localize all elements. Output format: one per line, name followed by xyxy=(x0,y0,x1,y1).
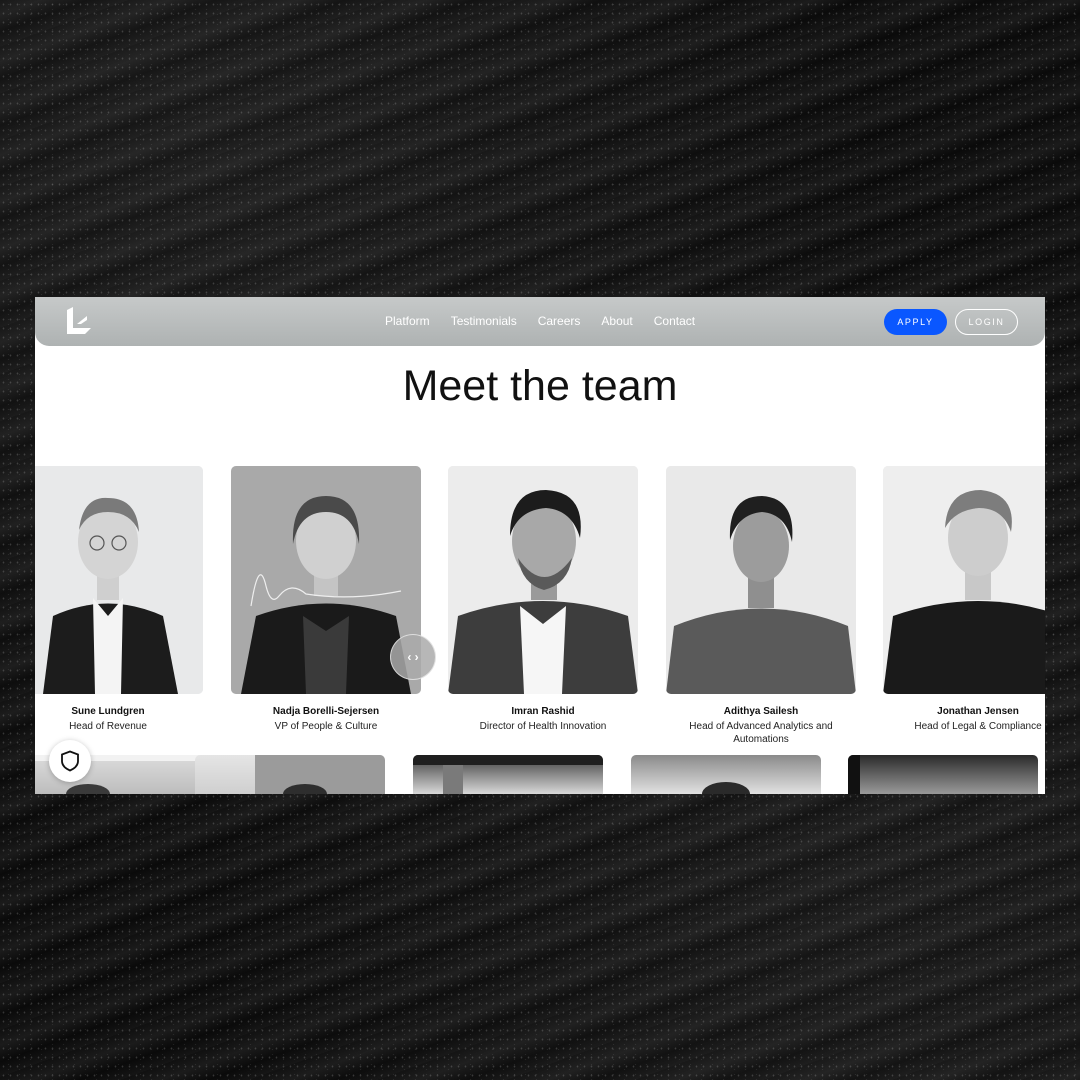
team-card-thumbnail[interactable] xyxy=(195,755,385,794)
team-card[interactable]: Jonathan Jensen Head of Legal & Complian… xyxy=(883,466,1045,733)
team-card-thumbnail[interactable] xyxy=(848,755,1038,794)
team-card[interactable]: Nadja Borelli-Sejersen VP of People & Cu… xyxy=(231,466,421,733)
team-member-role: Director of Health Innovation xyxy=(479,721,607,732)
team-photo xyxy=(35,466,203,694)
privacy-settings-button[interactable] xyxy=(49,740,91,782)
nav-link-careers[interactable]: Careers xyxy=(538,314,581,328)
login-button[interactable]: LOGIN xyxy=(955,309,1018,335)
page-title: Meet the team xyxy=(402,362,678,410)
nav-link-contact[interactable]: Contact xyxy=(654,314,695,328)
team-card[interactable]: Adithya Sailesh Head of Advanced Analyti… xyxy=(666,466,856,746)
team-card[interactable]: Sune Lundgren Head of Revenue xyxy=(35,466,203,733)
team-card[interactable]: Imran Rashid Director of Health Innovati… xyxy=(448,466,638,733)
team-member-name: Imran Rashid xyxy=(511,706,575,717)
nav-links: Platform Testimonials Careers About Cont… xyxy=(385,314,695,328)
team-photo xyxy=(666,466,856,694)
team-member-name: Adithya Sailesh xyxy=(723,706,799,717)
team-member-role: Head of Advanced Analytics and Automatio… xyxy=(689,721,833,745)
team-photo xyxy=(883,466,1045,694)
shield-icon xyxy=(61,750,79,772)
nav-link-testimonials[interactable]: Testimonials xyxy=(451,314,517,328)
team-member-role: VP of People & Culture xyxy=(274,721,378,732)
nav-link-about[interactable]: About xyxy=(601,314,632,328)
team-member-name: Sune Lundgren xyxy=(71,706,145,717)
team-card-thumbnail[interactable] xyxy=(631,755,821,794)
team-member-role: Head of Legal & Compliance xyxy=(914,721,1042,732)
team-card-thumbnail[interactable] xyxy=(413,755,603,794)
brand-logo[interactable] xyxy=(63,306,95,336)
website-frame: Platform Testimonials Careers About Cont… xyxy=(35,297,1045,794)
team-member-name: Nadja Borelli-Sejersen xyxy=(272,706,380,717)
apply-button[interactable]: APPLY xyxy=(884,309,947,335)
nav-link-platform[interactable]: Platform xyxy=(385,314,430,328)
navbar: Platform Testimonials Careers About Cont… xyxy=(35,297,1045,346)
chevron-left-right-icon[interactable]: ‹ › xyxy=(390,634,436,680)
team-member-role: Head of Revenue xyxy=(69,721,147,732)
team-member-name: Jonathan Jensen xyxy=(937,706,1019,717)
team-photo xyxy=(448,466,638,694)
